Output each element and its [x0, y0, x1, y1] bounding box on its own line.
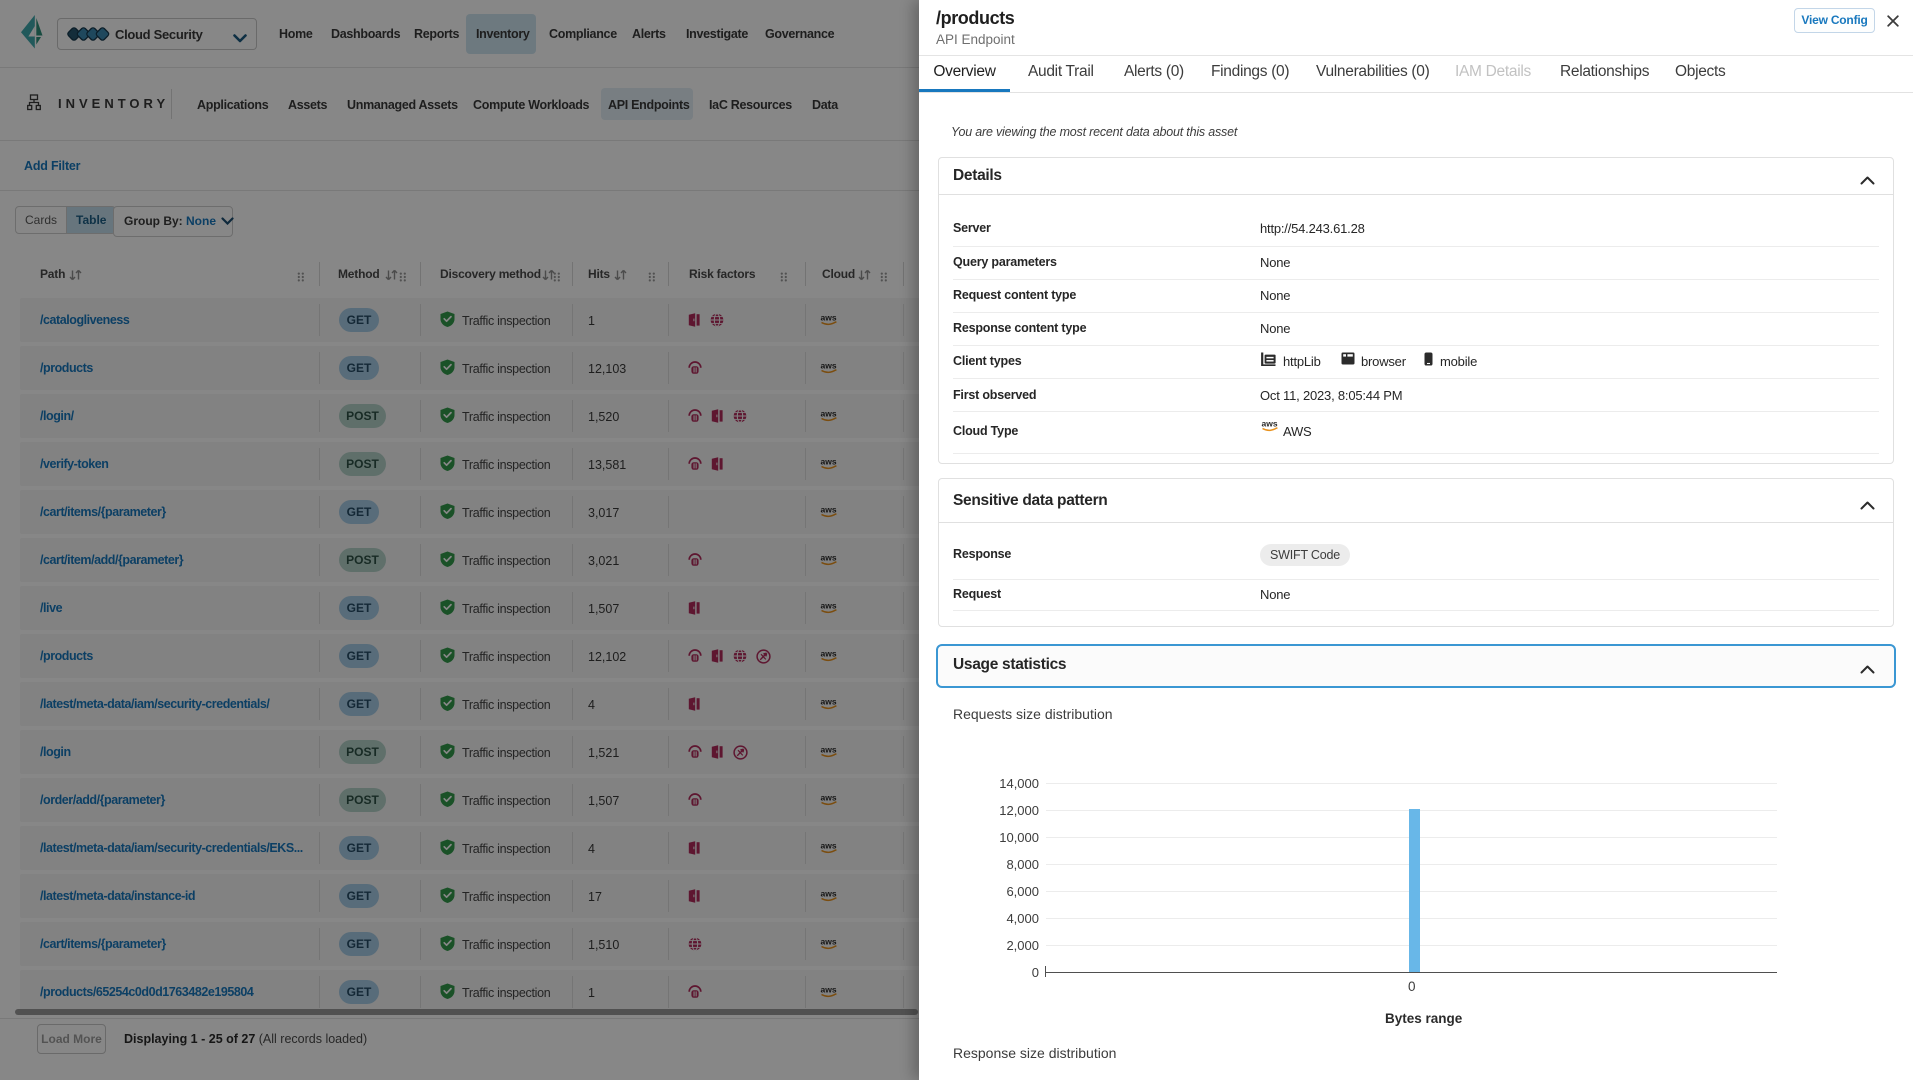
svg-text:aws: aws	[1262, 419, 1278, 429]
